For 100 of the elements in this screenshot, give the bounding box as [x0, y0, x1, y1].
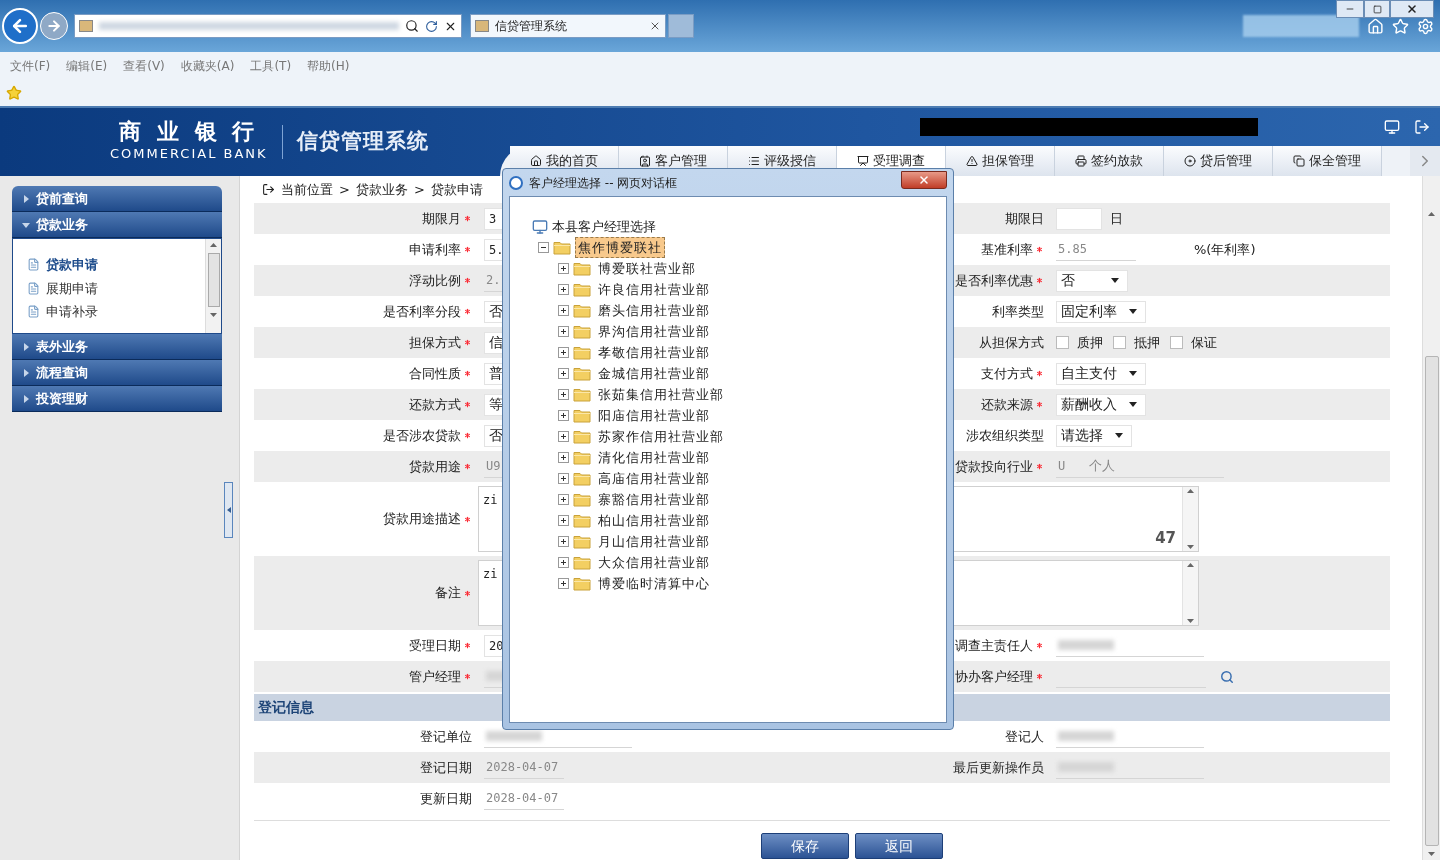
tree-item[interactable]: 博爱联社营业部 [595, 257, 699, 280]
scrollbar-thumb[interactable] [207, 253, 220, 307]
close-button[interactable] [901, 170, 947, 189]
menu-item[interactable]: 收藏夹(A) [180, 57, 235, 75]
nav-tab[interactable]: 保全管理 [1273, 146, 1382, 176]
tree-item[interactable]: 阳庙信用社营业部 [595, 404, 713, 427]
expand-icon[interactable] [558, 305, 569, 316]
tree-item[interactable]: 许良信用社营业部 [595, 278, 713, 301]
expand-icon[interactable] [558, 284, 569, 295]
scrollbar[interactable] [1182, 561, 1198, 625]
expand-icon[interactable] [558, 263, 569, 274]
tree-item[interactable]: 大众信用社营业部 [595, 551, 713, 574]
close-button[interactable] [1390, 0, 1434, 18]
search-icon[interactable] [405, 19, 419, 33]
tree-item[interactable]: 金城信用社营业部 [595, 362, 713, 385]
back-button[interactable] [2, 8, 38, 44]
scroll-up-icon[interactable] [1187, 563, 1194, 567]
logout-icon[interactable] [1414, 119, 1430, 135]
page-scrollbar[interactable] [1422, 176, 1440, 860]
address-field[interactable] [74, 14, 462, 38]
browser-tab[interactable]: 信贷管理系统 [470, 14, 666, 38]
presentation-icon [857, 155, 869, 167]
tree-item[interactable]: 苏家作信用社营业部 [595, 425, 727, 448]
settings-icon[interactable] [1417, 17, 1434, 35]
expand-icon[interactable] [558, 389, 569, 400]
sidebar-item[interactable]: 展期申请 [46, 278, 98, 298]
nav-tab[interactable]: 签约放款 [1055, 146, 1164, 176]
checkbox[interactable] [1170, 336, 1183, 349]
scroll-up-icon[interactable] [210, 243, 217, 247]
tree-item[interactable]: 张茹集信用社营业部 [595, 383, 727, 406]
checkbox[interactable] [1056, 336, 1069, 349]
expand-icon[interactable] [558, 326, 569, 337]
expand-icon[interactable] [558, 473, 569, 484]
close-icon[interactable] [649, 20, 661, 32]
scroll-down-icon[interactable] [1187, 545, 1194, 549]
refresh-icon[interactable] [425, 19, 438, 33]
expand-icon[interactable] [558, 452, 569, 463]
sidebar-section[interactable]: 贷款业务 [12, 212, 222, 238]
select-field[interactable]: 固定利率 [1056, 300, 1146, 323]
tree-item[interactable]: 月山信用社营业部 [595, 530, 713, 553]
menu-item[interactable]: 编辑(E) [66, 57, 108, 75]
select-field[interactable]: 否 [1056, 269, 1128, 292]
forward-button[interactable] [40, 12, 68, 40]
form-button[interactable]: 保存 [761, 833, 849, 859]
select-field[interactable]: 自主支付 [1056, 362, 1146, 385]
search-field[interactable] [1243, 15, 1359, 37]
sidebar-section[interactable]: 流程查询 [12, 360, 222, 386]
tree-item[interactable]: 寨豁信用社营业部 [595, 488, 713, 511]
restore-button[interactable] [1364, 0, 1390, 18]
tree-item[interactable]: 高庙信用社营业部 [595, 467, 713, 490]
sidebar-section[interactable]: 贷前查询 [12, 186, 222, 212]
scroll-up-icon[interactable] [1428, 212, 1435, 216]
field-label: 期限日 [1005, 209, 1044, 228]
form-button[interactable]: 返回 [855, 833, 943, 859]
checkbox[interactable] [1113, 336, 1126, 349]
tree-item[interactable]: 清化信用社营业部 [595, 446, 713, 469]
select-field[interactable]: 请选择 [1056, 424, 1132, 447]
expand-icon[interactable] [558, 368, 569, 379]
tree-item[interactable]: 磨头信用社营业部 [595, 299, 713, 322]
menu-item[interactable]: 帮助(H) [307, 57, 350, 75]
menu-item[interactable]: 工具(T) [250, 57, 292, 75]
collapse-sidebar-handle[interactable] [224, 482, 233, 538]
minimize-button[interactable] [1336, 0, 1364, 18]
expand-icon[interactable] [558, 557, 569, 568]
sidebar-section[interactable]: 投资理财 [12, 386, 222, 412]
checkbox-label: 抵押 [1134, 333, 1160, 352]
document-icon [27, 258, 40, 272]
expand-icon[interactable] [558, 515, 569, 526]
scroll-down-icon[interactable] [210, 313, 217, 317]
favorites-icon[interactable] [1392, 17, 1409, 35]
sidebar-section[interactable]: 表外业务 [12, 334, 222, 360]
tree-item[interactable]: 博爱临时清算中心 [595, 572, 713, 595]
scrollbar[interactable] [1182, 487, 1198, 551]
nav-tab[interactable]: 担保管理 [946, 146, 1055, 176]
expand-icon[interactable] [558, 494, 569, 505]
scroll-up-icon[interactable] [1187, 489, 1194, 493]
scrollbar[interactable] [205, 239, 221, 333]
expand-icon[interactable] [558, 578, 569, 589]
folder-icon [573, 261, 591, 276]
collapse-icon[interactable] [538, 242, 549, 253]
expand-icon[interactable] [558, 431, 569, 442]
scroll-down-icon[interactable] [1187, 619, 1194, 623]
input-field[interactable] [1056, 207, 1102, 230]
tree-item[interactable]: 界沟信用社营业部 [595, 320, 713, 343]
expand-icon[interactable] [558, 347, 569, 358]
expand-icon[interactable] [558, 536, 569, 547]
sidebar-item[interactable]: 申请补录 [46, 302, 98, 322]
menu-item[interactable]: 文件(F) [10, 57, 51, 75]
tree-item[interactable]: 焦作博爱联社 [575, 236, 665, 259]
sidebar-item[interactable]: 贷款申请 [46, 255, 98, 275]
expand-icon[interactable] [558, 410, 569, 421]
monitor-icon[interactable] [1384, 119, 1400, 135]
menu-item[interactable]: 查看(V) [123, 57, 165, 75]
home-icon[interactable] [1367, 17, 1384, 35]
tree-item[interactable]: 孝敬信用社营业部 [595, 341, 713, 364]
scroll-down-icon[interactable] [1428, 852, 1435, 856]
scrollbar-thumb[interactable] [1424, 356, 1439, 846]
tree-item[interactable]: 柏山信用社营业部 [595, 509, 713, 532]
nav-tab[interactable]: 贷后管理 [1164, 146, 1273, 176]
select-field[interactable]: 薪酬收入 [1056, 393, 1146, 416]
